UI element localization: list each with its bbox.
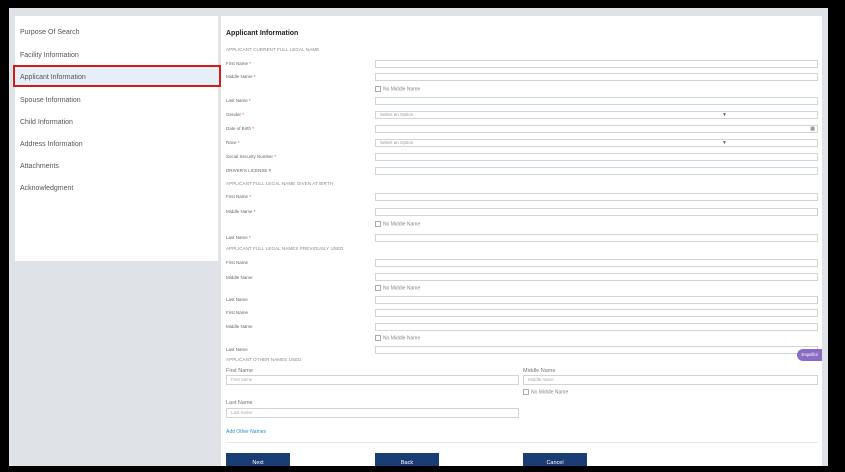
prev2-no-middle-name-checkbox[interactable]: No Middle Name bbox=[375, 335, 420, 341]
prev2-last-name-label: Last Name bbox=[226, 347, 248, 352]
calendar-icon[interactable]: ▦ bbox=[810, 126, 815, 132]
middle-name-input[interactable] bbox=[375, 73, 818, 81]
prev-first-name-label: First Name bbox=[226, 260, 249, 265]
sidebar-item-acknowledgment[interactable]: Acknowledgment bbox=[15, 178, 218, 200]
first-name-label: First Name * bbox=[226, 61, 252, 66]
espanol-language-button[interactable]: Español bbox=[797, 349, 822, 361]
applicant-form: Applicant Information APPLICANT CURRENT … bbox=[221, 16, 822, 466]
chevron-down-icon: ▼ bbox=[722, 112, 727, 118]
other-no-middle-name-checkbox[interactable]: No Middle Name bbox=[523, 389, 568, 395]
prev-first-name-input[interactable] bbox=[375, 259, 818, 267]
birth-last-name-input[interactable] bbox=[375, 234, 818, 242]
drivers-license-input[interactable] bbox=[375, 167, 818, 175]
no-middle-name-checkbox[interactable]: No Middle Name bbox=[375, 86, 420, 92]
section-other-names: APPLICANT OTHER NAMES USED bbox=[226, 357, 302, 362]
last-name-label: Last Name * bbox=[226, 98, 251, 103]
other-last-name-label: Last Name bbox=[226, 400, 253, 406]
middle-name-label: Middle Name * bbox=[226, 74, 256, 79]
birth-last-name-label: Last Name * bbox=[226, 235, 251, 240]
other-last-name-input[interactable]: Last name bbox=[226, 408, 519, 418]
section-current-name: APPLICANT CURRENT FULL LEGAL NAME bbox=[226, 47, 320, 52]
sidebar-item-address-information[interactable]: Address Information bbox=[15, 134, 218, 156]
dob-input[interactable]: ▦ bbox=[375, 125, 818, 133]
sidebar-item-attachments[interactable]: Attachments bbox=[15, 156, 218, 178]
birth-middle-name-input[interactable] bbox=[375, 208, 818, 216]
birth-no-middle-name-checkbox[interactable]: No Middle Name bbox=[375, 221, 420, 227]
race-select[interactable]: Select an Option ▼ bbox=[375, 139, 818, 147]
sidebar-item-spouse-information[interactable]: Spouse Information bbox=[15, 90, 218, 112]
section-birth-name: APPLICANT FULL LEGAL NAME GIVEN AT BIRTH bbox=[226, 181, 334, 186]
prev2-first-name-input[interactable] bbox=[375, 309, 818, 317]
prev2-middle-name-label: Middle Name bbox=[226, 324, 253, 329]
dob-label: Date of Birth * bbox=[226, 126, 255, 131]
prev2-last-name-input[interactable] bbox=[375, 346, 818, 354]
prev-last-name-label: Last Name bbox=[226, 297, 248, 302]
other-middle-name-input[interactable]: Middle name bbox=[523, 375, 818, 385]
checkbox-icon bbox=[523, 389, 529, 395]
drivers-license-label: DRIVER'S LICENSE # bbox=[226, 168, 272, 173]
gender-select[interactable]: Select an Option ▼ bbox=[375, 111, 818, 119]
page-title: Applicant Information bbox=[226, 30, 299, 37]
sidebar-item-purpose-of-search[interactable]: Purpose Of Search bbox=[15, 22, 218, 44]
chevron-down-icon: ▼ bbox=[722, 140, 727, 146]
section-previous-names: APPLICANT FULL LEGAL NAMES PREVIOUSLY US… bbox=[226, 246, 344, 251]
sidebar-item-facility-information[interactable]: Facility Information bbox=[15, 45, 218, 67]
birth-first-name-input[interactable] bbox=[375, 193, 818, 201]
checkbox-icon bbox=[375, 285, 381, 291]
birth-first-name-label: First Name * bbox=[226, 194, 252, 199]
other-first-name-input[interactable]: First name bbox=[226, 375, 519, 385]
prev-last-name-input[interactable] bbox=[375, 296, 818, 304]
next-button[interactable]: Next bbox=[226, 453, 290, 466]
other-middle-name-label: Middle Name bbox=[523, 368, 556, 374]
add-other-names-link[interactable]: Add Other Names bbox=[226, 429, 266, 435]
checkbox-icon bbox=[375, 335, 381, 341]
ssn-input[interactable] bbox=[375, 153, 818, 161]
birth-middle-name-label: Middle Name * bbox=[226, 209, 256, 214]
gender-label: Gender * bbox=[226, 112, 245, 117]
last-name-input[interactable] bbox=[375, 97, 818, 105]
prev-middle-name-label: Middle Name bbox=[226, 275, 253, 280]
app-window: Purpose Of Search Facility Information A… bbox=[9, 8, 828, 466]
first-name-input[interactable] bbox=[375, 60, 818, 68]
sidebar-item-child-information[interactable]: Child Information bbox=[15, 112, 218, 134]
race-label: Race * bbox=[226, 140, 240, 145]
sidebar-nav: Purpose Of Search Facility Information A… bbox=[13, 16, 221, 261]
cancel-button[interactable]: Cancel bbox=[523, 453, 587, 466]
prev-middle-name-input[interactable] bbox=[375, 273, 818, 281]
sidebar-item-applicant-information[interactable]: Applicant Information bbox=[13, 65, 221, 87]
divider bbox=[226, 442, 818, 443]
checkbox-icon bbox=[375, 86, 381, 92]
back-button[interactable]: Back bbox=[375, 453, 439, 466]
prev-no-middle-name-checkbox[interactable]: No Middle Name bbox=[375, 285, 420, 291]
prev2-first-name-label: First Name bbox=[226, 310, 249, 315]
prev2-middle-name-input[interactable] bbox=[375, 323, 818, 331]
ssn-label: Social Security Number * bbox=[226, 154, 277, 159]
other-first-name-label: First Name bbox=[226, 368, 253, 374]
checkbox-icon bbox=[375, 221, 381, 227]
